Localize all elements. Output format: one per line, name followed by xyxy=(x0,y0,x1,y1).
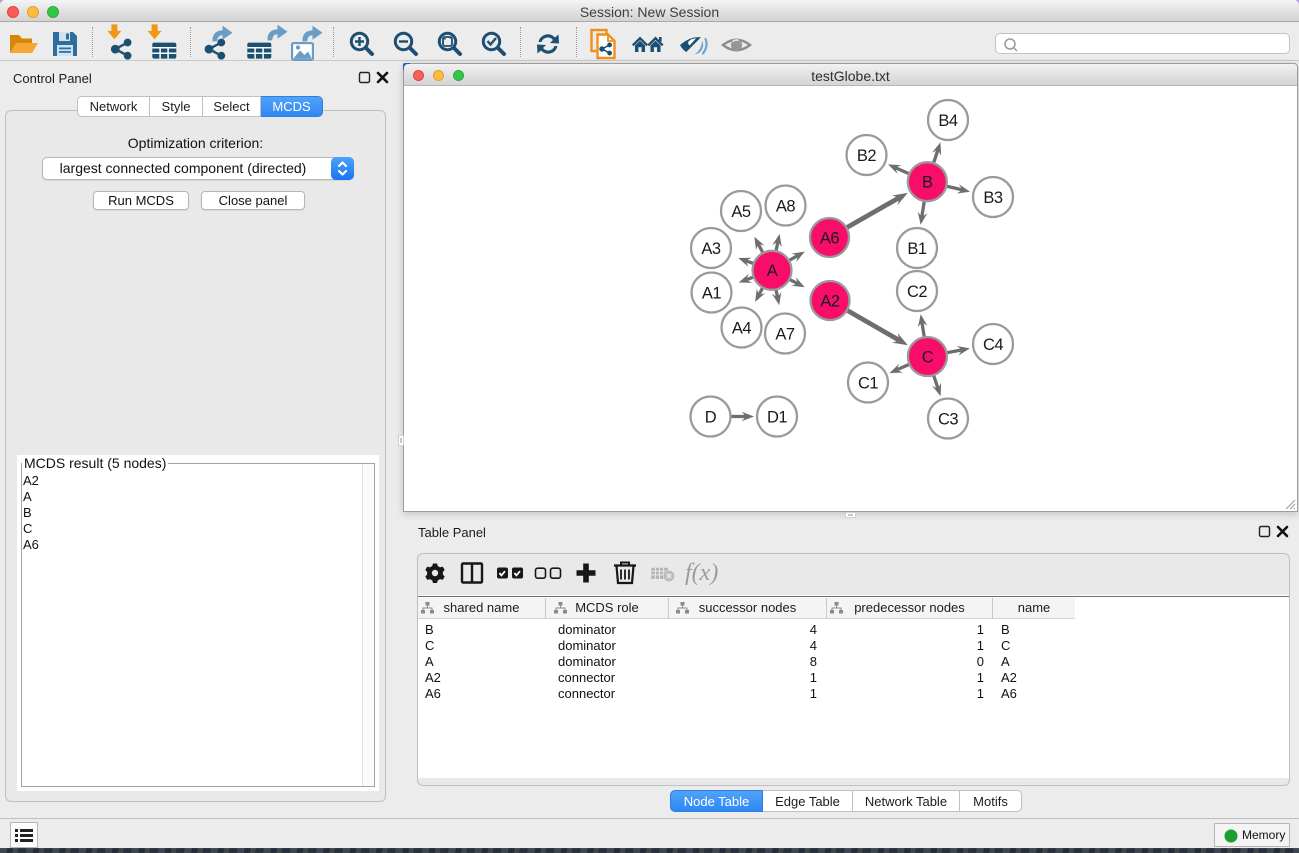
svg-text:f(x): f(x) xyxy=(685,560,718,586)
svg-text:A2: A2 xyxy=(820,292,840,310)
svg-text:A1: A1 xyxy=(702,284,722,302)
svg-text:D1: D1 xyxy=(767,408,787,426)
svg-text:C3: C3 xyxy=(938,410,958,428)
svg-text:D: D xyxy=(705,408,717,426)
svg-text:C4: C4 xyxy=(983,336,1003,354)
svg-text:A4: A4 xyxy=(732,319,752,337)
svg-text:B3: B3 xyxy=(983,189,1003,207)
svg-text:A7: A7 xyxy=(775,325,795,343)
svg-text:B4: B4 xyxy=(938,112,958,130)
svg-text:C1: C1 xyxy=(858,374,878,392)
svg-text:A8: A8 xyxy=(776,197,796,215)
svg-text:B: B xyxy=(922,174,933,192)
svg-text:A: A xyxy=(767,262,778,280)
svg-text:B1: B1 xyxy=(907,240,927,258)
svg-text:A3: A3 xyxy=(701,240,721,258)
svg-text:C2: C2 xyxy=(907,283,927,301)
svg-text:B2: B2 xyxy=(857,147,877,165)
svg-text:A6: A6 xyxy=(820,229,840,247)
svg-text:C: C xyxy=(922,348,934,366)
svg-text:A5: A5 xyxy=(731,203,751,221)
